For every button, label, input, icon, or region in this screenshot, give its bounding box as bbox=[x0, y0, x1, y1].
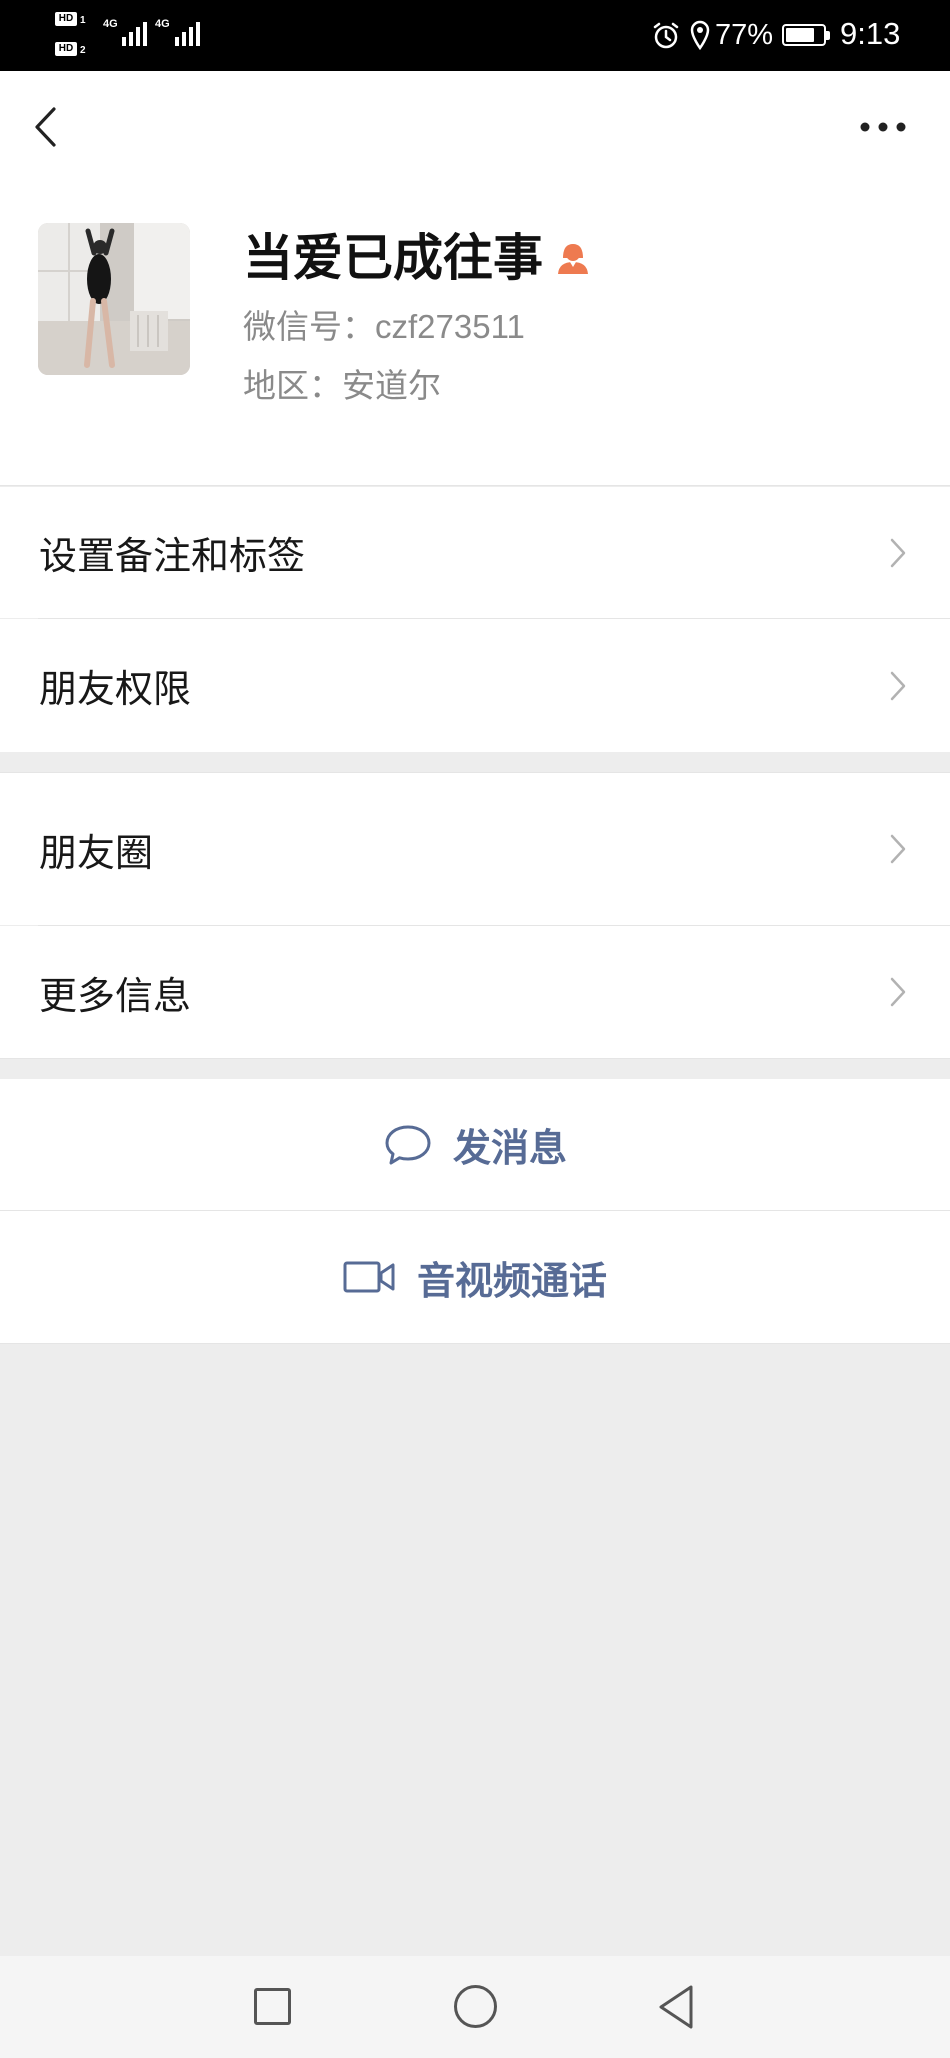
wechat-id-label: 微信号： bbox=[243, 308, 375, 345]
menu-item-remarks-tags[interactable]: 设置备注和标签 bbox=[0, 487, 950, 618]
status-bar: HD 1 HD 2 4G 4G 77% 9:13 bbox=[0, 0, 950, 71]
battery-body bbox=[782, 24, 826, 46]
battery-fill bbox=[786, 28, 814, 42]
sim2-hd-badge: HD bbox=[55, 42, 77, 56]
chevron-right-icon bbox=[890, 977, 906, 1007]
menu-item-label: 更多信息 bbox=[39, 975, 192, 1018]
group-divider bbox=[0, 1058, 950, 1059]
avatar-photo bbox=[38, 223, 190, 375]
location-icon bbox=[690, 20, 710, 50]
chat-bubble-icon bbox=[385, 1125, 431, 1164]
profile-name-row: 当爱已成往事 bbox=[243, 228, 591, 288]
female-icon bbox=[558, 244, 588, 274]
menu-item-label: 朋友圈 bbox=[39, 832, 154, 875]
video-call-label: 音视频通话 bbox=[416, 1260, 607, 1303]
sim1-slot: 1 bbox=[80, 15, 86, 26]
signal-bars-icon bbox=[122, 22, 147, 46]
chevron-right-icon bbox=[890, 834, 906, 864]
send-message-button[interactable]: 发消息 bbox=[0, 1079, 950, 1210]
menu-item-moments[interactable]: 朋友圈 bbox=[0, 773, 950, 925]
video-call-button[interactable]: 音视频通话 bbox=[0, 1211, 950, 1343]
region-value: 安道尔 bbox=[342, 367, 441, 404]
battery-tip bbox=[826, 30, 830, 40]
battery-percent: 77% bbox=[715, 19, 774, 51]
action-divider bbox=[0, 1343, 950, 1344]
chevron-right-icon bbox=[890, 538, 906, 567]
menu-item-more-info[interactable]: 更多信息 bbox=[0, 926, 950, 1058]
profile-name: 当爱已成往事 bbox=[243, 230, 543, 286]
back-icon[interactable] bbox=[656, 1983, 696, 2031]
network2-label: 4G bbox=[155, 18, 170, 30]
clock-time: 9:13 bbox=[840, 16, 901, 51]
system-nav-bar bbox=[0, 1956, 950, 2058]
chevron-right-icon bbox=[890, 671, 906, 700]
wechat-id-row: 微信号：czf273511 bbox=[243, 307, 525, 347]
alarm-icon bbox=[653, 22, 679, 49]
video-camera-icon bbox=[343, 1261, 395, 1293]
more-dots-icon[interactable] bbox=[858, 118, 908, 136]
region-label: 地区： bbox=[243, 367, 342, 404]
chevron-left-icon[interactable] bbox=[32, 106, 58, 148]
send-message-label: 发消息 bbox=[452, 1128, 567, 1170]
wechat-id-value: czf273511 bbox=[375, 308, 525, 345]
network1-label: 4G bbox=[103, 18, 118, 30]
sim1-hd-badge: HD bbox=[55, 12, 77, 26]
region-row: 地区：安道尔 bbox=[243, 366, 441, 406]
battery-icon bbox=[782, 24, 830, 46]
menu-item-label: 设置备注和标签 bbox=[39, 536, 306, 578]
menu-item-label: 朋友权限 bbox=[39, 669, 192, 711]
home-icon[interactable] bbox=[454, 1985, 497, 2028]
menu-item-friend-permissions[interactable]: 朋友权限 bbox=[0, 619, 950, 752]
recent-apps-icon[interactable] bbox=[254, 1988, 291, 2025]
avatar[interactable] bbox=[38, 223, 190, 375]
sim2-slot: 2 bbox=[80, 45, 86, 56]
signal-bars-icon bbox=[175, 22, 200, 46]
